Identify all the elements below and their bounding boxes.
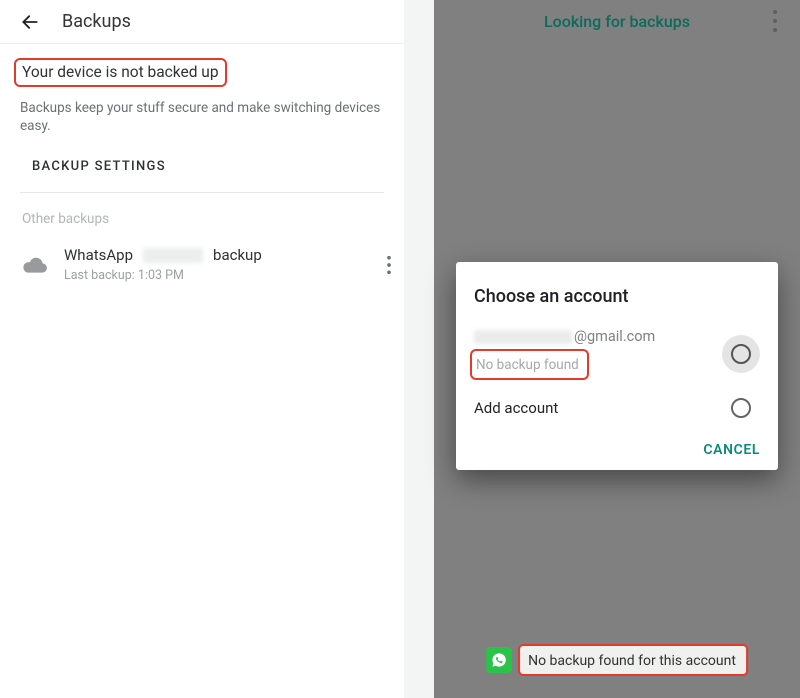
backup-name-prefix: WhatsApp [64, 245, 133, 265]
other-backups-label: Other backups [0, 193, 404, 231]
redacted-text [143, 248, 203, 263]
right-header-title: Looking for backups [544, 12, 690, 31]
backup-settings-button[interactable]: BACKUP SETTINGS [0, 141, 404, 192]
status-title-highlight: Your device is not backed up [14, 58, 227, 87]
status-description: Backups keep your stuff secure and make … [20, 99, 384, 135]
redacted-email [474, 330, 572, 344]
whatsapp-icon [486, 647, 512, 673]
account-option-row[interactable]: @gmail.com No backup found [474, 323, 760, 390]
account-radio-selected[interactable] [722, 335, 760, 373]
header-overflow-menu-icon[interactable] [772, 8, 790, 34]
panel-gap [404, 0, 434, 698]
back-arrow-icon[interactable] [20, 12, 40, 32]
right-header: Looking for backups [434, 0, 800, 42]
backup-item-text: WhatsApp backup Last backup: 1:03 PM [64, 245, 358, 284]
account-email: @gmail.com [474, 327, 722, 347]
add-account-label: Add account [474, 399, 558, 417]
cloud-icon [22, 256, 48, 274]
toast-text: No backup found for this account [528, 653, 736, 669]
whatsapp-restore-screen: Looking for backups Choose an account @g… [434, 0, 800, 698]
add-account-row[interactable]: Add account [474, 390, 760, 428]
backup-list-item[interactable]: WhatsApp backup Last backup: 1:03 PM [0, 231, 404, 296]
left-header: Backups [0, 0, 404, 44]
google-drive-backups-screen: Backups Your device is not backed up Bac… [0, 0, 404, 698]
no-backup-found-highlight: No backup found [470, 349, 589, 381]
backup-status-card: Your device is not backed up Backups kee… [0, 44, 404, 141]
page-title: Backups [62, 11, 131, 32]
backup-name-suffix: backup [213, 245, 262, 265]
backup-last-time: Last backup: 1:03 PM [64, 268, 358, 285]
status-title: Your device is not backed up [22, 63, 219, 81]
toast-highlight: No backup found for this account [518, 644, 748, 676]
choose-account-dialog: Choose an account @gmail.com No backup f… [456, 262, 778, 470]
add-account-radio[interactable] [731, 398, 751, 418]
dialog-actions: CANCEL [474, 428, 760, 458]
cancel-button[interactable]: CANCEL [703, 442, 760, 458]
no-backup-found-label: No backup found [476, 357, 579, 373]
item-overflow-menu-icon[interactable] [374, 255, 398, 275]
dialog-title: Choose an account [474, 286, 760, 307]
no-backup-toast: No backup found for this account [486, 644, 748, 676]
